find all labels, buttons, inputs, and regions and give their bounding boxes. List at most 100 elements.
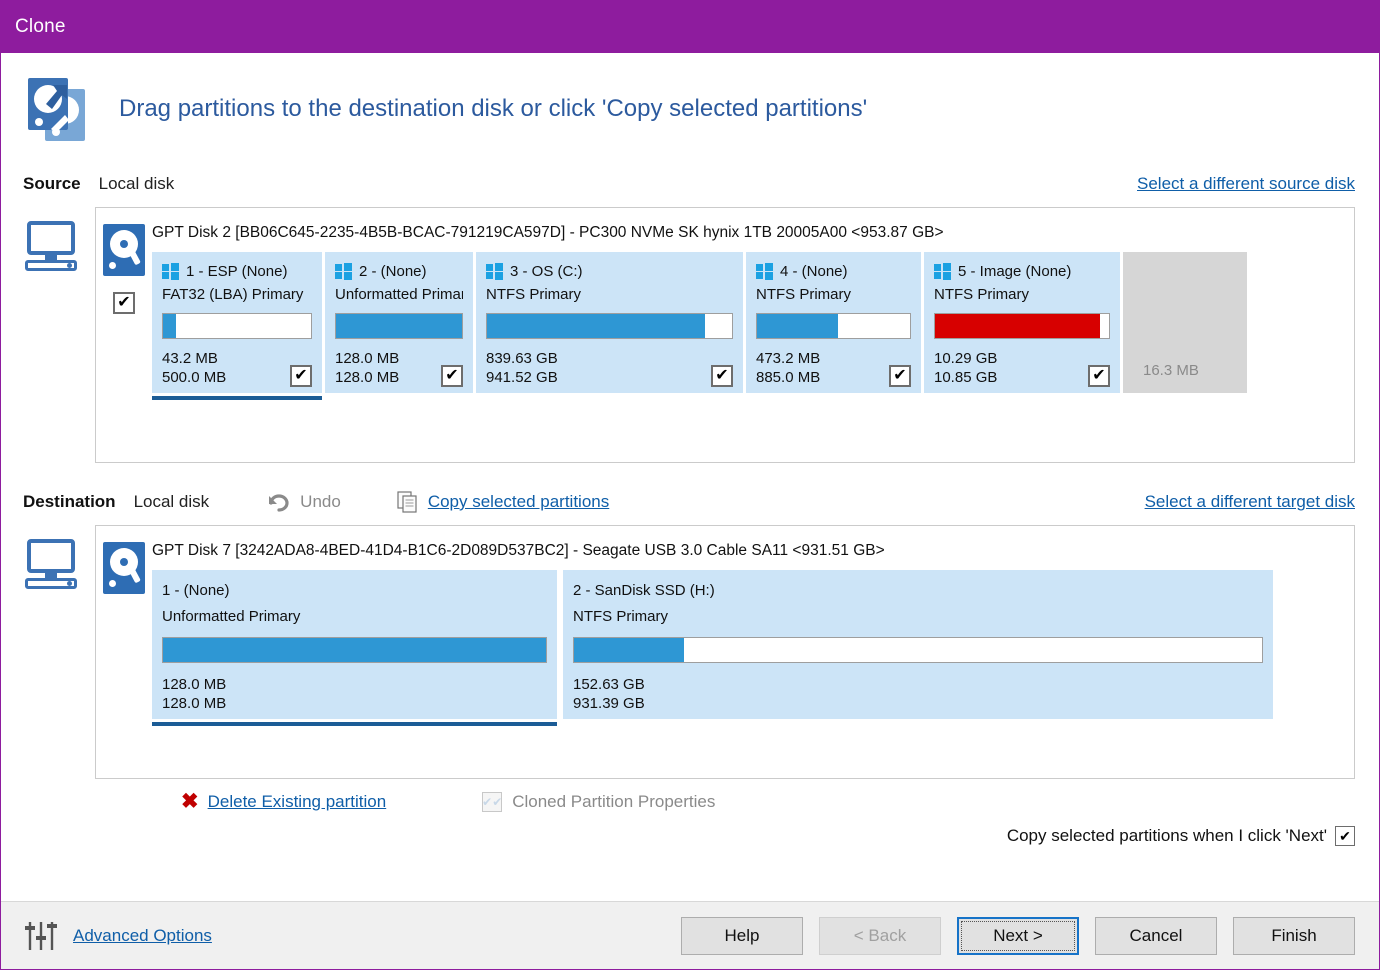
partition-checkbox[interactable]: ✔	[441, 365, 463, 388]
destination-header: Destination Local disk Undo Copy selecte…	[1, 485, 1379, 519]
partition-name: 3 - OS (C:)	[510, 262, 583, 280]
partition-footer: 43.2 MB 500.0 MB ✔	[162, 349, 312, 388]
partition-sizes: 152.63 GB 931.39 GB	[573, 675, 1263, 713]
window-title: Clone	[15, 16, 66, 37]
destination-partition-1[interactable]: 1 - (None) Unformatted Primary 128.0 MB …	[152, 570, 557, 727]
source-partition-3[interactable]: 3 - OS (C:) NTFS Primary 839.63 GB 941.5…	[476, 252, 743, 394]
hard-disk-icon	[103, 224, 145, 276]
source-partition-strip: 1 - ESP (None) FAT32 (LBA) Primary 43.2 …	[152, 252, 1344, 401]
source-disk-area: ✔ GPT Disk 2 [BB06C645-2235-4B5B-BCAC-79…	[1, 207, 1379, 463]
destination-disk-panel[interactable]: GPT Disk 7 [3242ADA8-4BED-41D4-B1C6-2D08…	[95, 525, 1355, 779]
partition-footer: 10.29 GB 10.85 GB ✔	[934, 349, 1110, 388]
partition-checkbox[interactable]: ✔	[889, 365, 911, 388]
partition-total: 10.85 GB	[934, 369, 998, 387]
advanced-options-link[interactable]: Advanced Options	[73, 926, 212, 946]
partition-name: 1 - ESP (None)	[186, 262, 288, 280]
source-disk-panel[interactable]: ✔ GPT Disk 2 [BB06C645-2235-4B5B-BCAC-79…	[95, 207, 1355, 463]
help-button[interactable]: Help	[681, 916, 803, 955]
partition-used: 152.63 GB	[573, 676, 645, 693]
destination-kind: Local disk	[133, 492, 210, 511]
copy-icon	[397, 491, 419, 513]
copy-selected-partitions-link[interactable]: Copy selected partitions	[428, 492, 609, 512]
window-content: Drag partitions to the destination disk …	[1, 53, 1379, 901]
partition-filesystem: NTFS Primary	[756, 286, 851, 303]
unallocated-size: 16.3 MB	[1143, 362, 1199, 380]
partition-used: 128.0 MB	[335, 350, 400, 367]
copy-on-next-checkbox[interactable]: ✔	[1335, 826, 1355, 846]
select-different-target-disk-link[interactable]: Select a different target disk	[1145, 492, 1355, 512]
windows-icon	[934, 262, 951, 280]
cloned-partition-properties-label: Cloned Partition Properties	[512, 791, 716, 811]
partition-header: 2 - (None)	[335, 260, 463, 282]
source-partition-4[interactable]: 4 - (None) NTFS Primary 473.2 MB 885.0 M…	[746, 252, 921, 394]
copy-selected-partitions-button[interactable]: Copy selected partitions	[397, 491, 609, 513]
copy-on-next-label: Copy selected partitions when I click 'N…	[1006, 826, 1327, 845]
partition-total: 128.0 MB	[162, 695, 227, 713]
usage-bar	[162, 637, 547, 663]
source-disk-icon-column: ✔	[96, 218, 152, 450]
source-partition-1[interactable]: 1 - ESP (None) FAT32 (LBA) Primary 43.2 …	[152, 252, 322, 401]
destination-disk-title: GPT Disk 7 [3242ADA8-4BED-41D4-B1C6-2D08…	[152, 542, 885, 559]
advanced-options-button[interactable]: Advanced Options	[23, 917, 212, 955]
partition-total: 500.0 MB	[162, 369, 227, 387]
partition-total: 941.52 GB	[486, 369, 558, 387]
back-button[interactable]: < Back	[819, 916, 941, 955]
source-kind: Local disk	[98, 174, 175, 193]
undo-icon	[267, 492, 291, 512]
undo-label: Undo	[300, 492, 341, 511]
partition-checkbox[interactable]: ✔	[290, 365, 312, 388]
select-different-source-disk-link[interactable]: Select a different source disk	[1137, 174, 1355, 194]
undo-button[interactable]: Undo	[267, 492, 341, 512]
copy-on-next-row: Copy selected partitions when I click 'N…	[1, 826, 1379, 846]
partition-used: 128.0 MB	[162, 676, 227, 693]
clone-disks-icon	[23, 71, 99, 147]
source-label: Source	[23, 174, 81, 193]
source-partition-2[interactable]: 2 - (None) Unformatted Primary 128.0 MB …	[325, 252, 473, 394]
partition-name: 1 - (None)	[162, 582, 230, 599]
next-button-label: Next >	[961, 920, 1075, 951]
destination-partition-2[interactable]: 2 - SanDisk SSD (H:) NTFS Primary 152.63…	[563, 570, 1273, 720]
destination-disk-main: GPT Disk 7 [3242ADA8-4BED-41D4-B1C6-2D08…	[152, 536, 1354, 766]
delete-existing-partition-link[interactable]: Delete Existing partition	[208, 792, 387, 812]
partition-used: 10.29 GB	[934, 350, 998, 367]
source-unallocated-space[interactable]: 16.3 MB	[1123, 252, 1247, 394]
windows-icon	[756, 262, 773, 280]
source-partition-5[interactable]: 5 - Image (None) NTFS Primary 10.29 GB 1…	[924, 252, 1120, 394]
banner: Drag partitions to the destination disk …	[1, 53, 1379, 147]
partition-name: 5 - Image (None)	[958, 262, 1072, 280]
page-title: Drag partitions to the destination disk …	[119, 95, 868, 122]
usage-bar	[162, 313, 312, 339]
source-disk-checkbox[interactable]: ✔	[113, 292, 135, 314]
partition-sizes: 473.2 MB 885.0 MB	[756, 349, 820, 387]
partition-used: 839.63 GB	[486, 350, 558, 367]
partition-filesystem: NTFS Primary	[934, 286, 1029, 303]
windows-icon	[162, 262, 179, 280]
sliders-icon	[23, 917, 61, 955]
computer-icon	[23, 525, 95, 779]
partition-filesystem: FAT32 (LBA) Primary	[162, 286, 304, 303]
destination-label: Destination	[23, 492, 116, 511]
partition-footer: 839.63 GB 941.52 GB ✔	[486, 349, 733, 388]
partition-filesystem: NTFS Primary	[573, 608, 668, 625]
cancel-button[interactable]: Cancel	[1095, 916, 1217, 955]
partition-name: 2 - (None)	[359, 262, 427, 280]
finish-button[interactable]: Finish	[1233, 916, 1355, 955]
windows-icon	[486, 262, 503, 280]
checklist-icon: ✔✔	[482, 791, 502, 812]
source-header: Source Local disk Select a different sou…	[1, 167, 1379, 201]
clone-wizard-window: Clone Drag partitions to the destination…	[0, 0, 1380, 970]
cloned-partition-properties-button[interactable]: ✔✔ Cloned Partition Properties	[482, 791, 716, 812]
partition-used: 43.2 MB	[162, 350, 218, 367]
usage-bar	[335, 313, 463, 339]
partition-checkbox[interactable]: ✔	[1088, 365, 1110, 388]
partition-name: 4 - (None)	[780, 262, 848, 280]
partition-sizes: 839.63 GB 941.52 GB	[486, 349, 558, 387]
partition-footer: 128.0 MB 128.0 MB ✔	[335, 349, 463, 388]
destination-disk-icon-column	[96, 536, 152, 766]
windows-icon	[335, 262, 352, 280]
next-button[interactable]: Next >	[957, 916, 1079, 955]
partition-filesystem: Unformatted Primary	[335, 286, 463, 303]
partition-header: 1 - ESP (None)	[162, 260, 312, 282]
usage-bar	[573, 637, 1263, 663]
partition-checkbox[interactable]: ✔	[711, 365, 733, 388]
